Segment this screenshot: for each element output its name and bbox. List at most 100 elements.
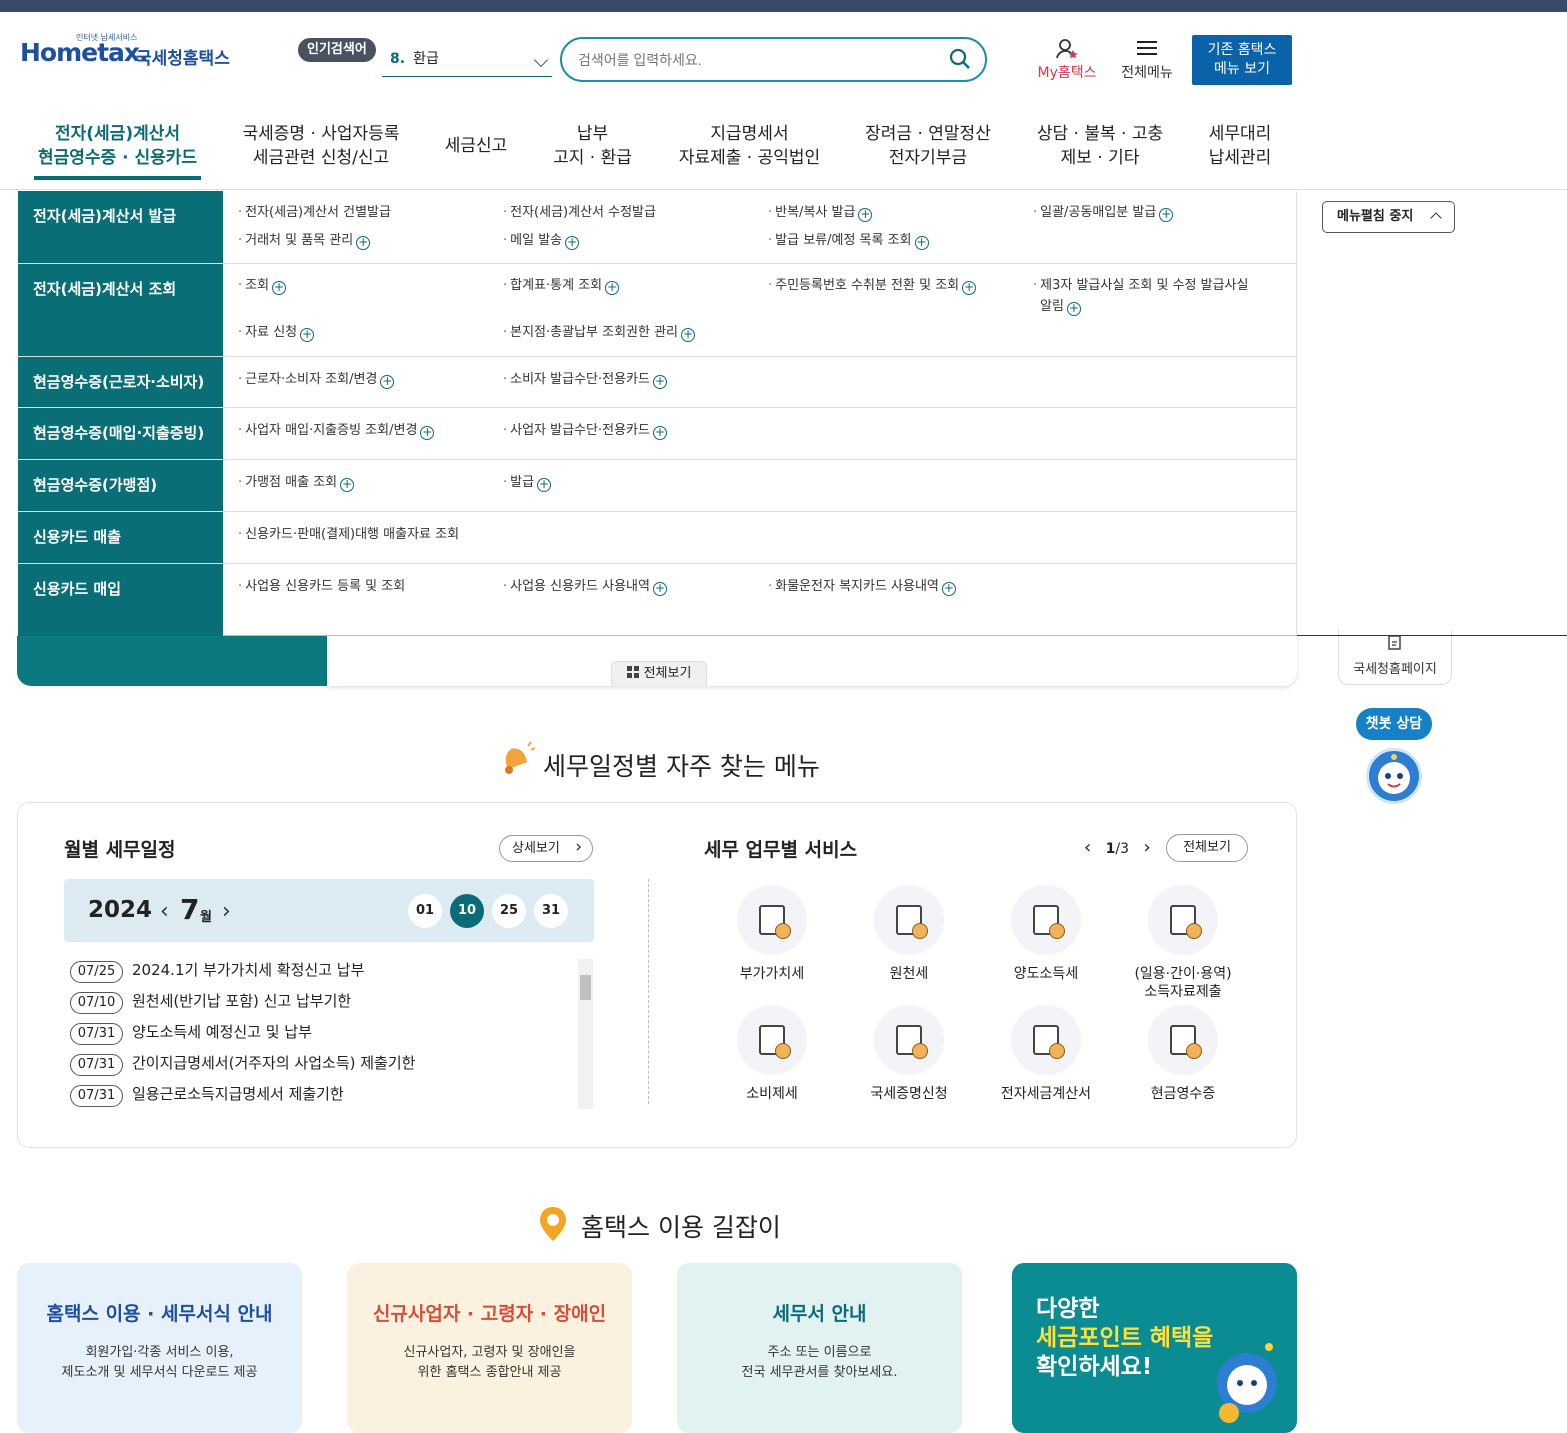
gnb-tab-tax-report[interactable]: 세금신고	[436, 134, 516, 158]
mega-link[interactable]: · 근로자·소비자 조회/변경 +	[238, 369, 395, 390]
schedule-scrollbar[interactable]	[578, 959, 593, 1109]
plus-icon[interactable]: +	[272, 281, 287, 295]
plus-icon[interactable]: +	[652, 582, 667, 596]
old-hometax-menu-button[interactable]: 기존 홈택스 메뉴 보기	[1192, 35, 1292, 85]
list-item[interactable]: 07/31 간이지급명세서(거주자의 사업소득) 제출기한	[70, 1052, 415, 1078]
day-button[interactable]: 01	[408, 894, 442, 928]
mega-link[interactable]: · 자료 신청 +	[238, 322, 315, 343]
all-menu-button[interactable]: 전체메뉴	[1116, 38, 1178, 82]
nts-homepage-link[interactable]: 국세청홈페이지	[1338, 630, 1452, 685]
service-view-all-button[interactable]: 전체보기	[1166, 834, 1248, 862]
day-button[interactable]: 25	[492, 894, 526, 928]
mega-link[interactable]: · 소비자 발급수단·전용카드 +	[503, 369, 667, 390]
mega-link[interactable]: · 발급 보류/예정 목록 조회 +	[768, 230, 929, 251]
search-input[interactable]	[578, 49, 938, 71]
plus-icon[interactable]: +	[356, 236, 371, 250]
mega-link[interactable]: · 일괄/공동매입분 발급 +	[1033, 202, 1174, 223]
service-cash-receipt[interactable]: 현금영수증	[1113, 1005, 1253, 1103]
gnb-tab-e-invoice[interactable]: 전자(세금)계산서 현금영수증 · 신용카드	[34, 122, 201, 170]
prev-page-button[interactable]: ‹	[1084, 837, 1091, 858]
plus-icon[interactable]: +	[941, 582, 956, 596]
mega-link[interactable]: · 본지점·총괄납부 조회권한 관리 +	[503, 322, 696, 343]
mega-link[interactable]: · 발급 +	[503, 472, 552, 493]
mega-link[interactable]: · 제3자 발급사실 조회 및 수정 발급사실 알림 +	[1033, 275, 1288, 317]
mega-category[interactable]: 현금영수증(가맹점)	[33, 474, 157, 495]
list-item[interactable]: 07/31 양도소득세 예정신고 및 납부	[70, 1021, 312, 1047]
mega-category[interactable]: 현금영수증(매입·지출증빙)	[33, 422, 204, 443]
service-vat[interactable]: 부가가치세	[702, 885, 842, 983]
mega-link-label: 사업자 매입·지출증빙 조회/변경	[245, 423, 418, 438]
gnb-tab-payment[interactable]: 납부 고지 · 환급	[545, 122, 640, 170]
scrollbar-thumb[interactable]	[580, 975, 591, 1000]
month-label: 7	[180, 893, 200, 926]
mega-link[interactable]: · 가맹점 매출 조회 +	[238, 472, 355, 493]
plus-icon[interactable]: +	[858, 208, 873, 222]
mega-category[interactable]: 현금영수증(근로자·소비자)	[33, 371, 204, 392]
mega-link[interactable]: · 사업용 신용카드 등록 및 조회	[238, 576, 405, 597]
gnb-tab-tax-agent[interactable]: 세무대리 납세관리	[1200, 122, 1280, 170]
mega-link[interactable]: · 합계표·통계 조회 +	[503, 275, 620, 296]
prev-month-button[interactable]: ‹	[160, 899, 169, 924]
mega-link[interactable]: · 화물운전자 복지카드 사용내역 +	[768, 576, 956, 597]
gnb-tab-certificate[interactable]: 국세증명 · 사업자등록 세금관련 신청/신고	[236, 122, 406, 170]
mega-link[interactable]: · 사업용 신용카드 사용내역 +	[503, 576, 667, 597]
detail-view-button[interactable]: 상세보기 ›	[499, 835, 593, 862]
plus-icon[interactable]: +	[1066, 302, 1081, 316]
view-all-tab[interactable]: 전체보기	[611, 661, 707, 686]
mega-link[interactable]: · 사업자 매입·지출증빙 조회/변경 +	[238, 420, 435, 441]
plus-icon[interactable]: +	[340, 478, 355, 492]
mega-category[interactable]: 신용카드 매입	[33, 578, 121, 599]
plus-icon[interactable]: +	[380, 375, 395, 389]
gnb-tab-consult[interactable]: 상담 · 불복 · 고충 제보 · 기타	[1030, 122, 1170, 170]
mega-link[interactable]: · 신용카드·판매(결제)대행 매출자료 조회	[238, 524, 459, 545]
mega-category[interactable]: 전자(세금)계산서 조회	[33, 278, 176, 299]
plus-icon[interactable]: +	[914, 236, 929, 250]
next-page-button[interactable]: ›	[1143, 837, 1150, 858]
chatbot-mascot-icon[interactable]	[1366, 748, 1422, 804]
guide-card-tax-office[interactable]: 세무서 안내 주소 또는 이름으로 전국 세무관서를 찾아보세요.	[677, 1263, 962, 1433]
search-icon[interactable]	[949, 48, 971, 70]
chatbot-button[interactable]: 챗봇 상담	[1356, 708, 1432, 740]
next-month-button[interactable]: ›	[222, 899, 231, 924]
service-e-tax-invoice[interactable]: 전자세금계산서	[976, 1005, 1116, 1103]
mega-link[interactable]: · 메일 발송 +	[503, 230, 580, 251]
popular-search-select[interactable]: 8. 환급	[382, 45, 552, 77]
service-consumption[interactable]: 소비제세	[702, 1005, 842, 1103]
service-income-data[interactable]: (일용·간이·용역) 소득자료제출	[1113, 885, 1253, 1001]
service-transfer-income[interactable]: 양도소득세	[976, 885, 1116, 983]
tax-point-promo-card[interactable]: 다양한 세금포인트 혜택을 확인하세요!	[1012, 1263, 1297, 1433]
service-withholding[interactable]: 원천세	[839, 885, 979, 983]
plus-icon[interactable]: +	[1159, 208, 1174, 222]
day-button[interactable]: 31	[534, 894, 568, 928]
guide-card-usage[interactable]: 홈택스 이용 · 세무서식 안내 회원가입·각종 서비스 이용, 제도소개 및 세…	[17, 1263, 302, 1433]
mega-category[interactable]: 신용카드 매출	[33, 526, 121, 547]
plus-icon[interactable]: +	[300, 328, 315, 342]
gnb-tab-payment-statement[interactable]: 지급명세서 자료제출 · 공익법인	[672, 122, 827, 170]
plus-icon[interactable]: +	[962, 281, 977, 295]
mega-link[interactable]: · 주민등록번호 수취분 전환 및 조회 +	[768, 275, 977, 296]
plus-icon[interactable]: +	[605, 281, 620, 295]
plus-icon[interactable]: +	[652, 426, 667, 440]
gnb-tab-incentive[interactable]: 장려금 · 연말정산 전자기부금	[858, 122, 998, 170]
my-hometax-button[interactable]: My홈택스	[1032, 38, 1102, 82]
plus-icon[interactable]: +	[565, 236, 580, 250]
mega-link[interactable]: · 사업자 발급수단·전용카드 +	[503, 420, 667, 441]
list-item[interactable]: 07/10 원천세(반기납 포함) 신고 납부기한	[70, 990, 351, 1016]
list-item[interactable]: 07/31 일용근로소득지급명세서 제출기한	[70, 1083, 344, 1109]
mega-category[interactable]: 전자(세금)계산서 발급	[33, 205, 176, 226]
plus-icon[interactable]: +	[681, 328, 696, 342]
stop-menu-expand-button[interactable]: 메뉴펼침 중지	[1322, 201, 1455, 233]
day-button-selected[interactable]: 10	[450, 894, 484, 928]
hometax-logo[interactable]: 인터넷 납세서비스 Hometax. 국세청홈택스	[18, 28, 238, 78]
plus-icon[interactable]: +	[652, 375, 667, 389]
list-item[interactable]: 07/25 2024.1기 부가가치세 확정신고 납부	[70, 959, 364, 985]
mega-link[interactable]: · 조회 +	[238, 275, 287, 296]
mega-link[interactable]: · 전자(세금)계산서 수정발급	[503, 202, 656, 223]
mega-link[interactable]: · 반복/복사 발급 +	[768, 202, 873, 223]
mega-link[interactable]: · 전자(세금)계산서 건별발급	[238, 202, 391, 223]
plus-icon[interactable]: +	[537, 478, 552, 492]
plus-icon[interactable]: +	[420, 426, 435, 440]
service-certificate[interactable]: 국세증명신청	[839, 1005, 979, 1103]
guide-card-new-business[interactable]: 신규사업자 · 고령자 · 장애인 신규사업자, 고령자 및 장애인을 위한 홈택…	[347, 1263, 632, 1433]
mega-link[interactable]: · 거래처 및 품목 관리 +	[238, 230, 371, 251]
